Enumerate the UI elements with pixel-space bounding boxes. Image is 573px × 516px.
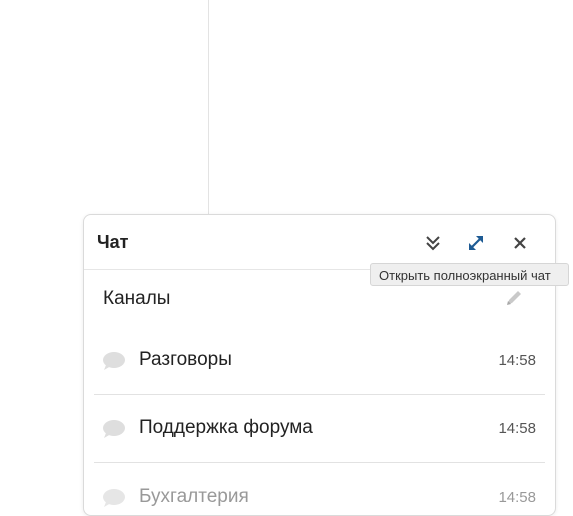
channel-name: Поддержка форума (139, 417, 313, 438)
chat-header: Чат (84, 215, 555, 270)
chat-panel: Чат Каналы Разговоры 14:58 Поддержка фор… (83, 214, 556, 516)
divider-line (208, 0, 209, 214)
channel-item-accounting[interactable]: Бухгалтерия 14:58 (94, 463, 545, 515)
chat-bubble-icon (103, 420, 125, 438)
chat-title: Чат (97, 232, 129, 252)
channel-item-conversations[interactable]: Разговоры 14:58 (94, 326, 545, 395)
close-icon (514, 237, 526, 249)
channels-title: Каналы (103, 288, 171, 309)
channel-time: 14:58 (498, 420, 536, 437)
expand-arrows-icon (469, 236, 483, 250)
channel-name: Бухгалтерия (139, 486, 249, 507)
chat-bubble-icon (103, 489, 125, 507)
channel-time: 14:58 (498, 352, 536, 369)
pencil-icon (507, 291, 521, 305)
collapse-chat-button[interactable] (421, 231, 445, 255)
channel-name: Разговоры (139, 349, 232, 370)
edit-channels-button[interactable] (503, 287, 525, 309)
channel-item-forum-support[interactable]: Поддержка форума 14:58 (94, 394, 545, 463)
channel-time: 14:58 (498, 489, 536, 506)
close-chat-button[interactable] (508, 231, 532, 255)
double-chevron-down-icon (426, 236, 440, 251)
fullscreen-tooltip: Открыть полноэкранный чат (370, 263, 569, 286)
chat-bubble-icon (103, 352, 125, 370)
fullscreen-chat-button[interactable] (464, 231, 488, 255)
